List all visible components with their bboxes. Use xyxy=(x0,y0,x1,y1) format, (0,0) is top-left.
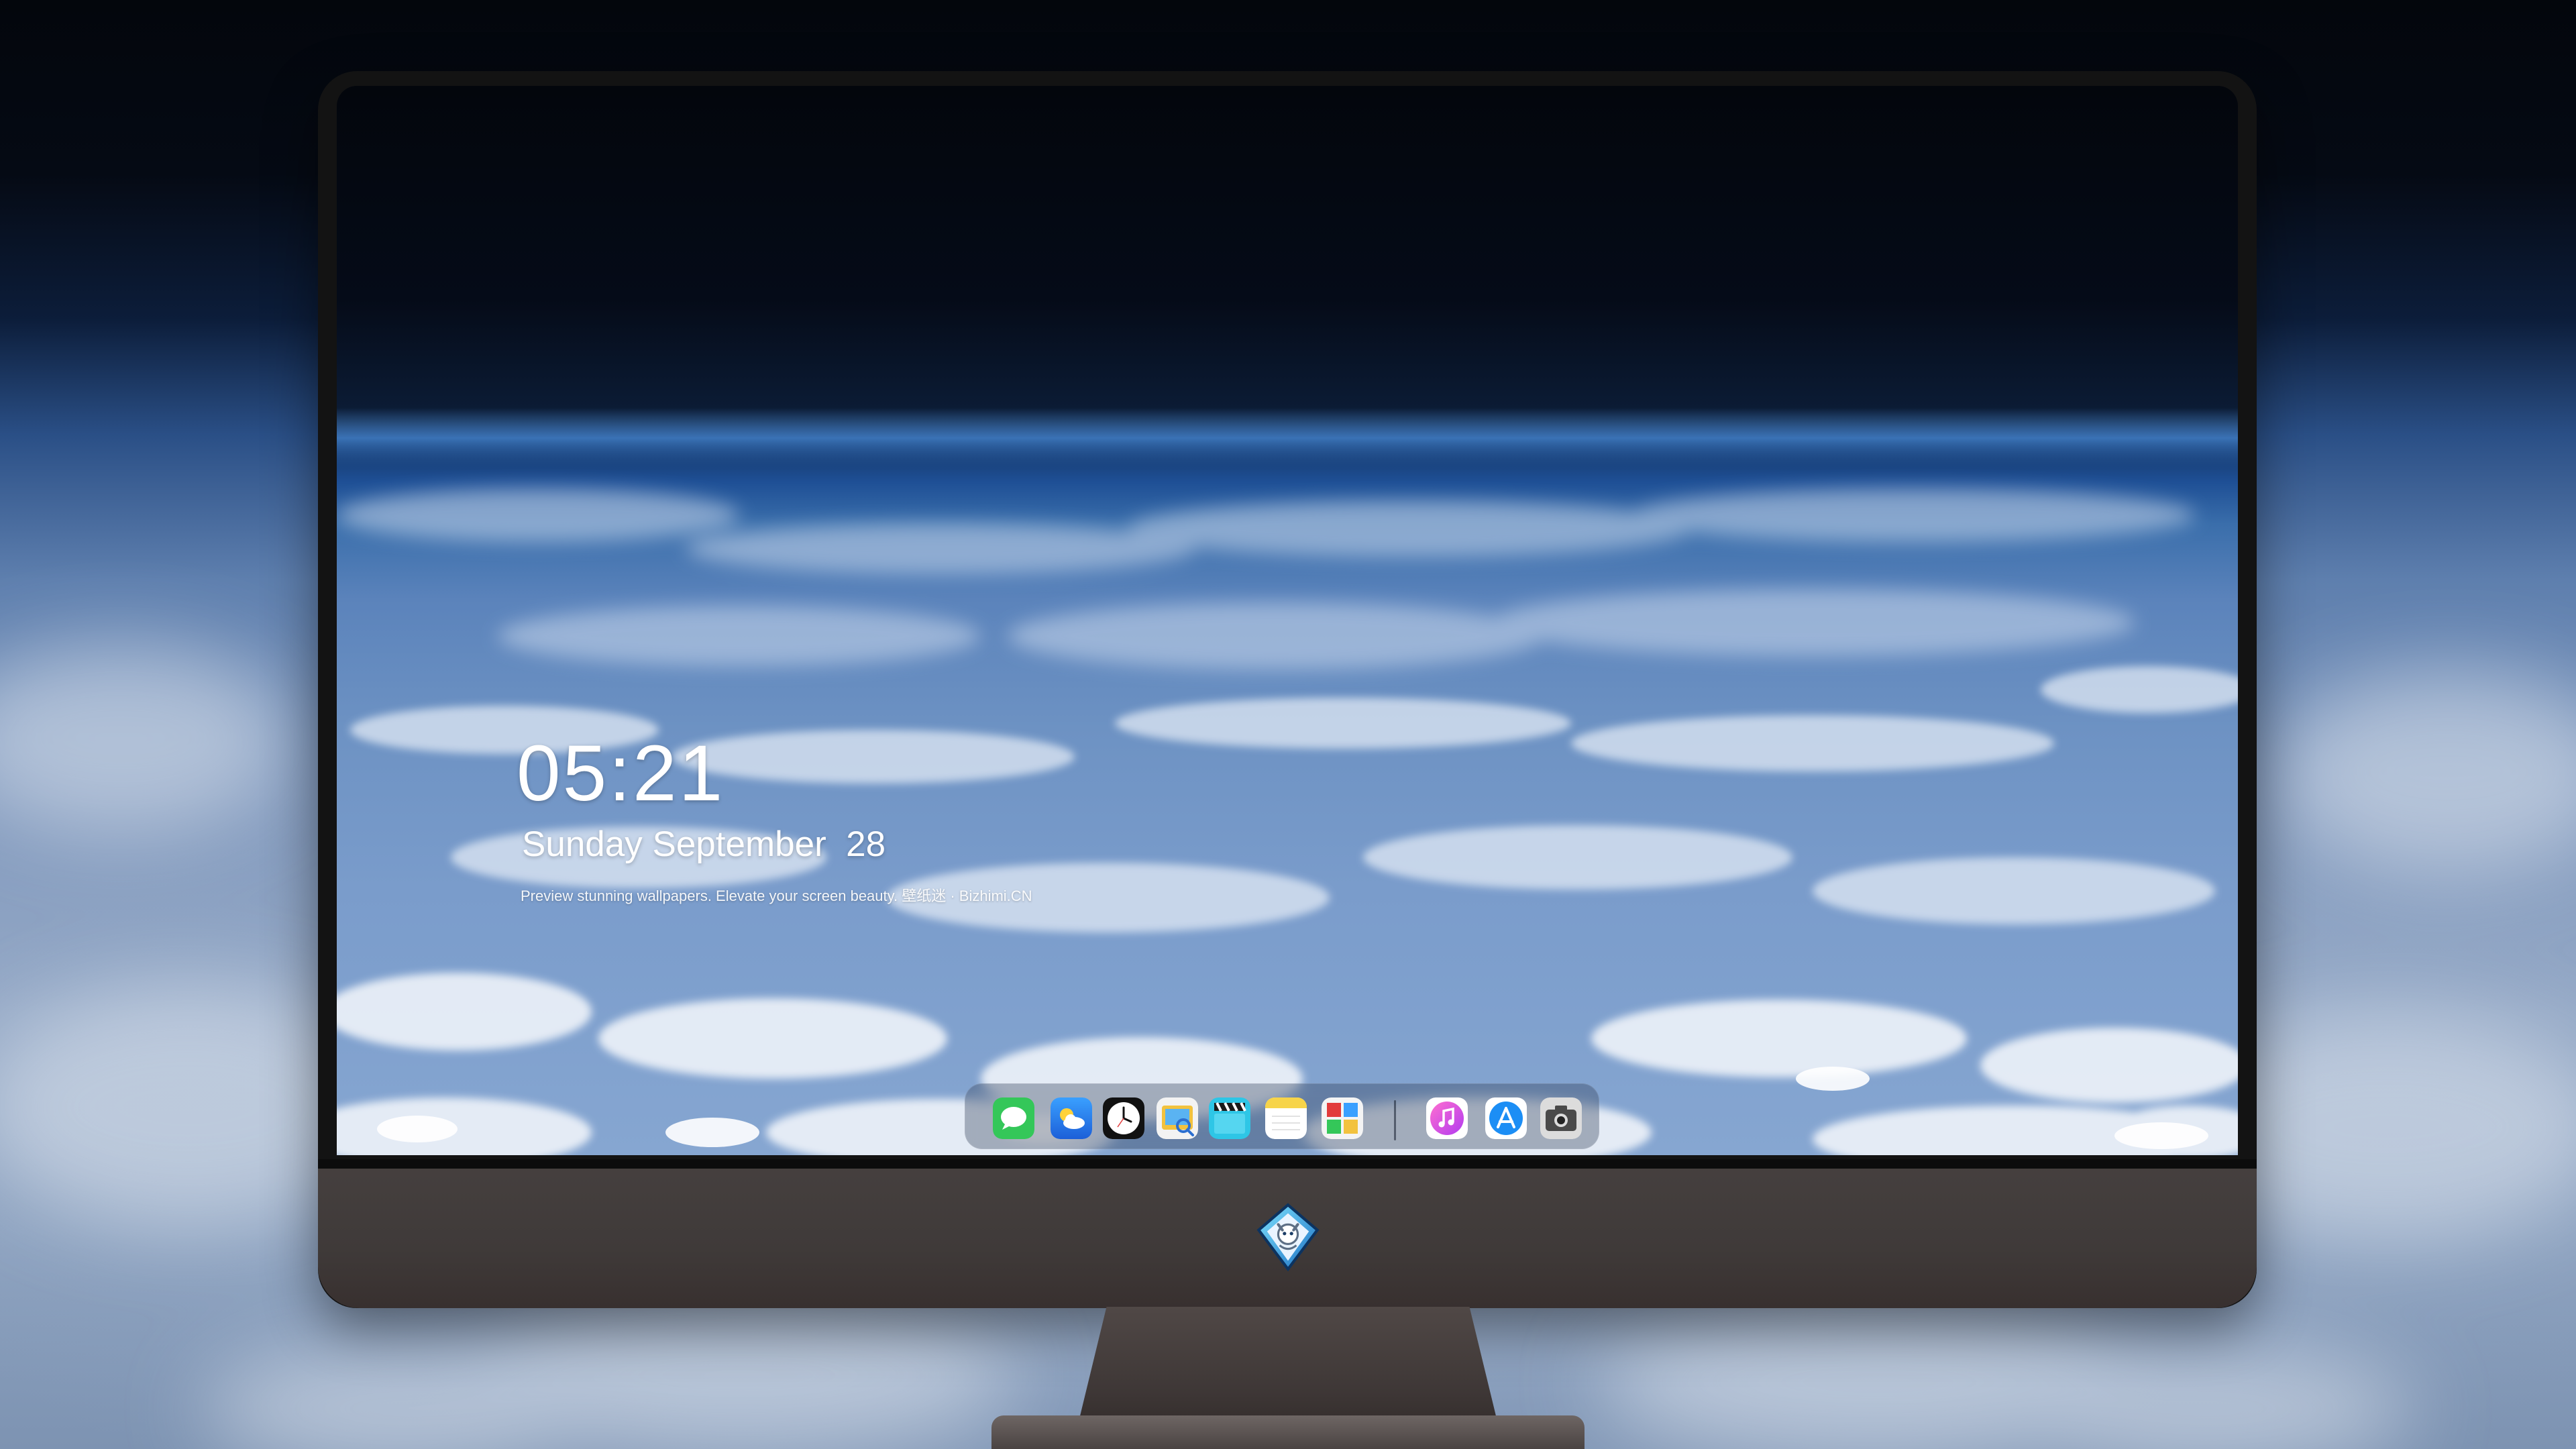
monitor-stand-base xyxy=(991,1415,1585,1449)
preview-icon[interactable] xyxy=(1157,1097,1198,1139)
app-store-icon[interactable] xyxy=(1485,1097,1527,1139)
clips-icon[interactable] xyxy=(1209,1097,1250,1139)
dock-separator xyxy=(1394,1100,1396,1140)
lockscreen-tagline: Preview stunning wallpapers. Elevate you… xyxy=(521,888,1032,904)
lockscreen-date: Sunday September 28 xyxy=(522,824,886,864)
lockscreen-time: 05:21 xyxy=(517,729,725,818)
itunes-icon[interactable] xyxy=(1426,1097,1468,1139)
dragon-shield-logo xyxy=(1256,1203,1320,1272)
messages-icon[interactable] xyxy=(993,1097,1034,1139)
earth-wallpaper xyxy=(337,408,2238,1155)
desktop-screen xyxy=(337,86,2238,1155)
notes-icon[interactable] xyxy=(1265,1097,1307,1139)
weather-icon[interactable] xyxy=(1051,1097,1092,1139)
photo-booth-icon[interactable] xyxy=(1322,1097,1363,1139)
clock-icon[interactable] xyxy=(1103,1097,1144,1139)
monitor-bezel-edge xyxy=(318,1159,2257,1169)
camera-icon[interactable] xyxy=(1540,1097,1582,1139)
